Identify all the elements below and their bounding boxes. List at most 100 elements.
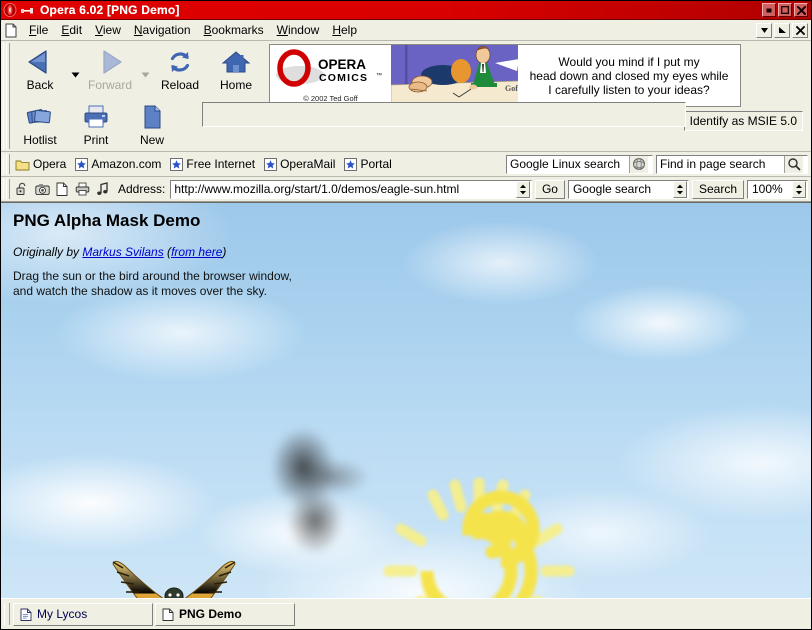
document-icon[interactable] bbox=[4, 23, 18, 38]
menu-item-navigation[interactable]: Navigation bbox=[128, 21, 198, 39]
opera-browser-window: Opera 6.02 [PNG Demo] File Edit View Nav… bbox=[0, 0, 812, 630]
task-my-lycos[interactable]: My Lycos bbox=[13, 602, 153, 626]
hotlist-button-label: Hotlist bbox=[23, 133, 57, 147]
identify-as-msie-button[interactable]: Identify as MSIE 5.0 bbox=[683, 111, 803, 131]
print-button[interactable]: Print bbox=[68, 96, 124, 149]
mdi-minimize-button[interactable] bbox=[756, 22, 772, 38]
google-linux-search-input[interactable] bbox=[507, 155, 629, 173]
page-viewport[interactable]: PNG Alpha Mask Demo Originally by Markus… bbox=[1, 202, 811, 598]
go-button[interactable]: Go bbox=[534, 179, 565, 199]
ad-caption-line-1: Would you mind if I put my bbox=[558, 54, 700, 69]
menu-item-edit[interactable]: Edit bbox=[55, 21, 89, 39]
back-button-label: Back bbox=[26, 78, 54, 92]
forward-button[interactable]: Forward bbox=[82, 41, 138, 94]
blank-page-icon[interactable] bbox=[52, 180, 72, 199]
bookmark-item-amazon[interactable]: Amazon.com bbox=[72, 155, 167, 173]
menu-item-window[interactable]: Window bbox=[271, 21, 327, 39]
title-bar: Opera 6.02 [PNG Demo] bbox=[1, 1, 811, 20]
source-link[interactable]: from here bbox=[171, 245, 222, 259]
task-label: My Lycos bbox=[37, 607, 88, 621]
printer-icon bbox=[82, 102, 110, 132]
back-dropdown-button[interactable] bbox=[68, 41, 82, 94]
hotlist-button[interactable]: Hotlist bbox=[12, 96, 68, 149]
advertisement-banner[interactable]: OPERA COMICS ™ © 2002 Ted Goff Goff Woul… bbox=[269, 44, 741, 107]
page-credit: Originally by Markus Svilans (from here) bbox=[13, 245, 533, 259]
magnifier-icon[interactable] bbox=[784, 155, 803, 173]
credit-paren-open: ( bbox=[163, 245, 172, 259]
zoom-select[interactable]: 100% bbox=[747, 179, 808, 199]
new-button[interactable]: New bbox=[124, 96, 180, 149]
search-engine-dropdown-arrow[interactable] bbox=[672, 180, 687, 198]
bookmark-star-icon bbox=[264, 157, 278, 171]
bookmark-label: OperaMail bbox=[280, 157, 336, 171]
camera-icon[interactable] bbox=[32, 180, 52, 199]
mdi-restore-button[interactable] bbox=[774, 22, 790, 38]
bookmark-item-free-internet[interactable]: Free Internet bbox=[167, 155, 261, 173]
padlock-open-icon[interactable] bbox=[12, 180, 32, 199]
home-button-label: Home bbox=[219, 78, 252, 92]
home-icon bbox=[221, 47, 251, 77]
menu-bar: File Edit View Navigation Bookmarks Wind… bbox=[1, 20, 811, 41]
address-bar: Address: Go Google search Search 10 bbox=[1, 177, 811, 202]
find-in-page-input[interactable] bbox=[657, 155, 784, 173]
task-png-demo[interactable]: PNG Demo bbox=[155, 602, 295, 626]
new-page-icon bbox=[141, 102, 163, 132]
toolbar-drag-handle[interactable] bbox=[3, 43, 10, 149]
menu-item-bookmarks[interactable]: Bookmarks bbox=[198, 21, 271, 39]
forward-button-label: Forward bbox=[87, 78, 132, 92]
reload-button[interactable]: Reload bbox=[152, 41, 208, 94]
minimize-button[interactable] bbox=[762, 3, 776, 17]
ad-caption-line-2: head down and closed my eyes while bbox=[529, 68, 729, 83]
google-linux-search-field[interactable] bbox=[506, 154, 653, 174]
printer-small-icon[interactable] bbox=[72, 180, 92, 199]
search-engine-value: Google search bbox=[572, 181, 652, 196]
search-engine-select[interactable]: Google search bbox=[567, 179, 689, 199]
credit-paren-close: ) bbox=[222, 245, 227, 259]
bookmark-item-operamail[interactable]: OperaMail bbox=[261, 155, 341, 173]
bookmark-star-icon bbox=[170, 157, 184, 171]
author-link[interactable]: Markus Svilans bbox=[82, 245, 163, 259]
window-title: Opera 6.02 [PNG Demo] bbox=[40, 3, 180, 17]
taskbar: My Lycos PNG Demo bbox=[1, 598, 811, 629]
menu-item-file[interactable]: File bbox=[23, 21, 55, 39]
page-title: PNG Alpha Mask Demo bbox=[13, 211, 201, 230]
svg-text:COMICS: COMICS bbox=[319, 72, 368, 84]
address-history-dropdown[interactable] bbox=[515, 180, 530, 198]
close-button[interactable] bbox=[794, 3, 808, 17]
zoom-dropdown-arrow[interactable] bbox=[792, 180, 806, 198]
main-toolbar: Back Forward Reload Home Hotlist Print N… bbox=[1, 41, 811, 152]
window-controls bbox=[762, 3, 809, 17]
addressbar-drag-handle[interactable] bbox=[3, 179, 10, 199]
search-button[interactable]: Search bbox=[691, 179, 744, 199]
opera-icon bbox=[3, 2, 19, 18]
svg-text:™: ™ bbox=[376, 72, 382, 79]
menu-item-view[interactable]: View bbox=[89, 21, 128, 39]
home-button[interactable]: Home bbox=[208, 41, 264, 94]
address-input-wrap[interactable] bbox=[170, 179, 532, 199]
menu-item-help[interactable]: Help bbox=[326, 21, 364, 39]
page-description: Drag the sun or the bird around the brow… bbox=[13, 269, 533, 299]
globe-search-icon[interactable] bbox=[629, 155, 648, 173]
bookmarkbar-drag-handle[interactable] bbox=[3, 154, 10, 174]
forward-dropdown-button[interactable] bbox=[138, 41, 152, 94]
bookmark-item-opera[interactable]: Opera bbox=[12, 155, 72, 173]
bookmark-item-portal[interactable]: Portal bbox=[341, 155, 397, 173]
maximize-button[interactable] bbox=[778, 3, 792, 17]
folder-icon bbox=[15, 158, 30, 171]
bookmark-star-icon bbox=[75, 157, 89, 171]
address-label: Address: bbox=[118, 182, 166, 196]
find-in-page-search-field[interactable] bbox=[656, 154, 808, 174]
ad-caption-line-3: I carefully listen to your ideas? bbox=[548, 82, 710, 97]
music-note-icon[interactable] bbox=[92, 180, 112, 199]
taskbar-drag-handle[interactable] bbox=[4, 603, 10, 625]
pin-icon[interactable] bbox=[20, 4, 34, 17]
back-button[interactable]: Back bbox=[12, 41, 68, 94]
reload-icon bbox=[166, 47, 194, 77]
zoom-value: 100% bbox=[752, 181, 783, 196]
new-button-label: New bbox=[139, 133, 164, 147]
address-input[interactable] bbox=[171, 180, 516, 198]
reload-button-label: Reload bbox=[160, 78, 200, 92]
mdi-close-button[interactable] bbox=[792, 22, 808, 38]
page-icon bbox=[20, 608, 32, 621]
mdi-window-controls bbox=[756, 22, 811, 38]
